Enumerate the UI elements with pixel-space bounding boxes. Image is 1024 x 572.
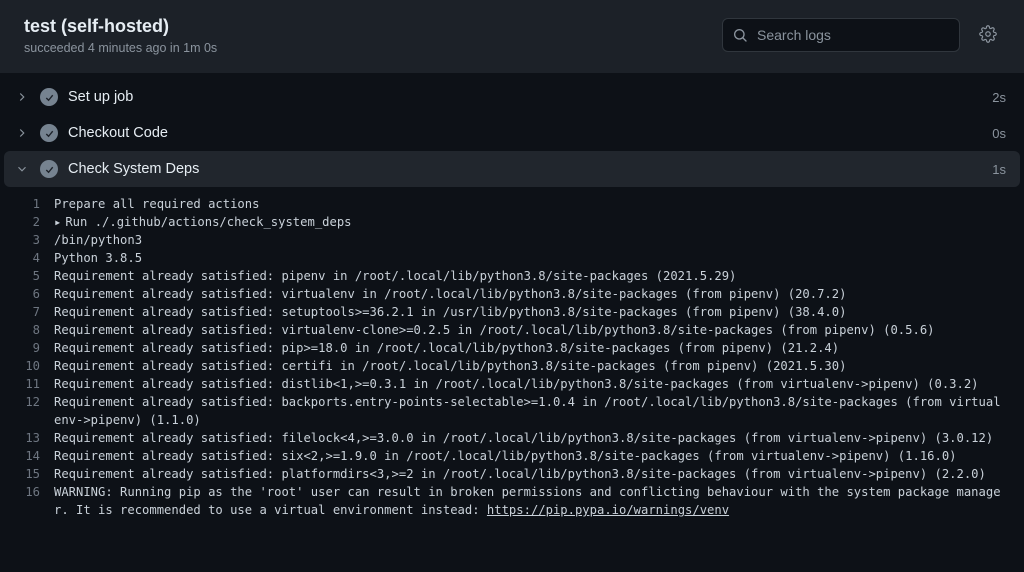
gear-icon (979, 25, 997, 43)
step-row[interactable]: Checkout Code0s (0, 115, 1024, 151)
header: test (self-hosted) succeeded 4 minutes a… (0, 0, 1024, 73)
log-text: Requirement already satisfied: virtualen… (54, 285, 1006, 303)
status-success-icon (40, 160, 58, 178)
step-name: Set up job (68, 89, 992, 105)
chevron-right-icon[interactable] (10, 85, 34, 109)
step-name: Check System Deps (68, 161, 992, 177)
step-row[interactable]: Check System Deps1s (4, 151, 1020, 187)
line-number: 12 (20, 393, 54, 411)
expand-line-icon[interactable]: ▸ (54, 213, 61, 231)
log-line: 8Requirement already satisfied: virtuale… (0, 321, 1024, 339)
log-text: Prepare all required actions (54, 195, 1006, 213)
log-line: 12Requirement already satisfied: backpor… (0, 393, 1024, 429)
line-number: 6 (20, 285, 54, 303)
log-line: 4Python 3.8.5 (0, 249, 1024, 267)
line-number: 14 (20, 447, 54, 465)
settings-button[interactable] (972, 18, 1004, 50)
line-number: 9 (20, 339, 54, 357)
line-number: 5 (20, 267, 54, 285)
log-text: Requirement already satisfied: backports… (54, 393, 1006, 429)
search-input[interactable] (722, 18, 960, 52)
line-number: 10 (20, 357, 54, 375)
step-row[interactable]: Set up job2s (0, 79, 1024, 115)
line-number: 4 (20, 249, 54, 267)
line-number: 1 (20, 195, 54, 213)
log-text: Requirement already satisfied: certifi i… (54, 357, 1006, 375)
line-number: 13 (20, 429, 54, 447)
line-number: 15 (20, 465, 54, 483)
log-line: 5Requirement already satisfied: pipenv i… (0, 267, 1024, 285)
log-line: 11Requirement already satisfied: distlib… (0, 375, 1024, 393)
job-subtitle: succeeded 4 minutes ago in 1m 0s (24, 41, 722, 55)
line-number: 16 (20, 483, 54, 501)
step-duration: 0s (992, 126, 1006, 141)
log-line: 14Requirement already satisfied: six<2,>… (0, 447, 1024, 465)
log-line: 1Prepare all required actions (0, 195, 1024, 213)
log-line: 3/bin/python3 (0, 231, 1024, 249)
status-success-icon (40, 88, 58, 106)
step-duration: 2s (992, 90, 1006, 105)
step-duration: 1s (992, 162, 1006, 177)
line-number: 8 (20, 321, 54, 339)
log-line: 15Requirement already satisfied: platfor… (0, 465, 1024, 483)
line-number: 11 (20, 375, 54, 393)
line-number: 3 (20, 231, 54, 249)
workflow-log-view: test (self-hosted) succeeded 4 minutes a… (0, 0, 1024, 572)
log-line: 13Requirement already satisfied: fileloc… (0, 429, 1024, 447)
search-field[interactable] (722, 18, 960, 52)
log-text: /bin/python3 (54, 231, 1006, 249)
log-line: 7Requirement already satisfied: setuptoo… (0, 303, 1024, 321)
log-text: ▸Run ./.github/actions/check_system_deps (54, 213, 1006, 231)
log-text: Requirement already satisfied: setuptool… (54, 303, 1006, 321)
search-icon (732, 27, 748, 43)
line-number: 7 (20, 303, 54, 321)
log-text: Requirement already satisfied: filelock<… (54, 429, 1006, 447)
log-text: Requirement already satisfied: pip>=18.0… (54, 339, 1006, 357)
log-line: 10Requirement already satisfied: certifi… (0, 357, 1024, 375)
log-text: Requirement already satisfied: six<2,>=1… (54, 447, 1006, 465)
log-text: Python 3.8.5 (54, 249, 1006, 267)
log-line: 16WARNING: Running pip as the 'root' use… (0, 483, 1024, 519)
log-output: 1Prepare all required actions2▸Run ./.gi… (0, 187, 1024, 527)
job-title: test (self-hosted) (24, 16, 722, 37)
log-line: 2▸Run ./.github/actions/check_system_dep… (0, 213, 1024, 231)
log-text: Requirement already satisfied: pipenv in… (54, 267, 1006, 285)
log-text: WARNING: Running pip as the 'root' user … (54, 483, 1006, 519)
log-line: 9Requirement already satisfied: pip>=18.… (0, 339, 1024, 357)
log-text: Requirement already satisfied: distlib<1… (54, 375, 1006, 393)
warning-link[interactable]: https://pip.pypa.io/warnings/venv (487, 503, 729, 517)
chevron-down-icon[interactable] (10, 157, 34, 181)
log-text: Requirement already satisfied: virtualen… (54, 321, 1006, 339)
status-success-icon (40, 124, 58, 142)
line-number: 2 (20, 213, 54, 231)
log-line: 6Requirement already satisfied: virtuale… (0, 285, 1024, 303)
chevron-right-icon[interactable] (10, 121, 34, 145)
steps-list: Set up job2sCheckout Code0sCheck System … (0, 73, 1024, 527)
log-text: Requirement already satisfied: platformd… (54, 465, 1006, 483)
step-name: Checkout Code (68, 125, 992, 141)
